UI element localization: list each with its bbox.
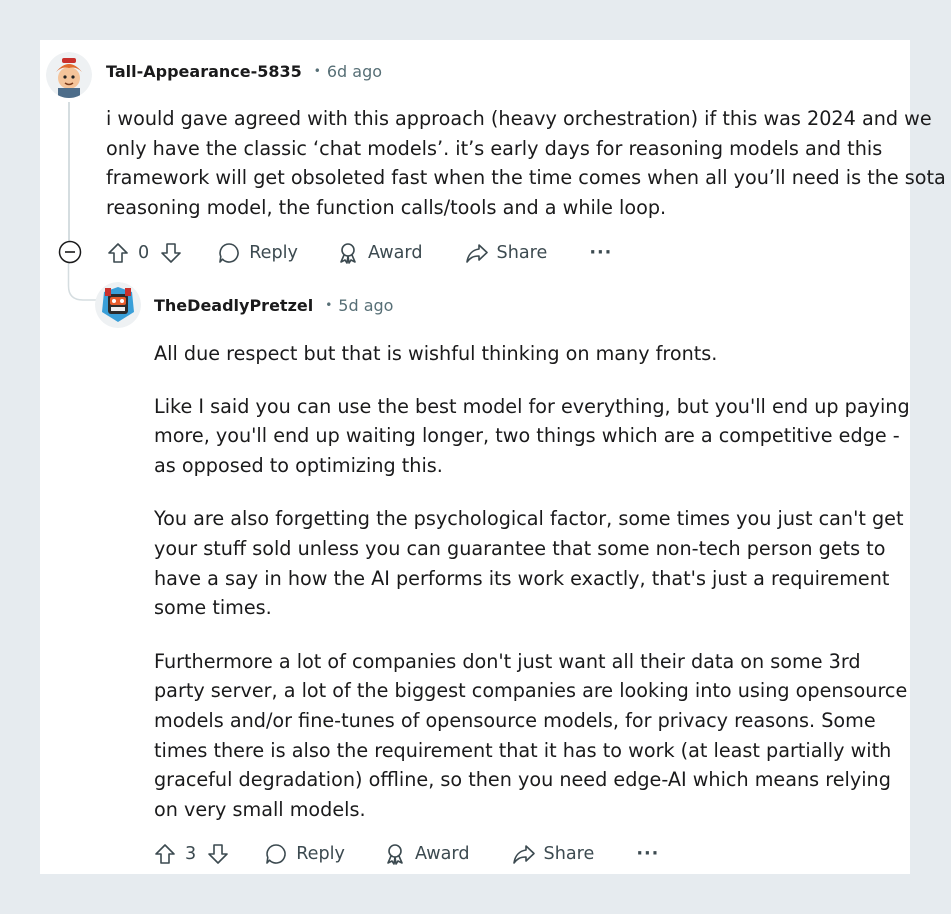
comment-actions: 3 Reply Award Share ··· bbox=[153, 839, 659, 869]
user-avatar[interactable] bbox=[46, 52, 92, 98]
comment-header: TheDeadlyPretzel • 5d ago bbox=[154, 296, 393, 315]
comment-paragraph: All due respect but that is wishful thin… bbox=[154, 342, 718, 365]
reply-label: Reply bbox=[296, 844, 345, 864]
upvote-button[interactable] bbox=[153, 842, 177, 866]
comment-bubble-icon bbox=[219, 243, 240, 263]
collapse-minus-icon bbox=[58, 240, 82, 264]
reply-label: Reply bbox=[249, 243, 298, 263]
comment-thread: Tall-Appearance-5835 • 6d ago i would gav… bbox=[40, 40, 946, 874]
timestamp: • 6d ago bbox=[313, 62, 383, 81]
vote-count: 0 bbox=[138, 243, 150, 263]
share-button[interactable]: Share bbox=[512, 842, 595, 866]
award-button[interactable]: Award bbox=[336, 241, 423, 265]
share-arrow-icon bbox=[465, 244, 488, 263]
award-label: Award bbox=[414, 844, 470, 864]
comment-line: only have the classic ‘chat models’. it’… bbox=[106, 136, 883, 160]
comment-body: All due respect but that is wishful thin… bbox=[154, 339, 910, 824]
share-label: Share bbox=[496, 243, 548, 263]
downvote-icon bbox=[208, 844, 229, 864]
vote-count: 3 bbox=[185, 844, 197, 864]
upvote-icon bbox=[108, 243, 128, 263]
upvote-button[interactable] bbox=[106, 241, 130, 265]
more-options-button[interactable]: ··· bbox=[589, 243, 612, 263]
share-label: Share bbox=[543, 844, 595, 864]
username[interactable]: TheDeadlyPretzel bbox=[154, 296, 313, 315]
avatar-icon bbox=[46, 52, 92, 98]
award-icon bbox=[340, 243, 356, 264]
share-button[interactable]: Share bbox=[465, 241, 548, 265]
downvote-button[interactable] bbox=[206, 842, 230, 866]
timestamp-text: 6d ago bbox=[326, 62, 383, 81]
comment-paragraph: Furthermore a lot of companies don't jus… bbox=[154, 649, 908, 821]
timestamp: • 5d ago bbox=[325, 296, 394, 315]
comment-paragraph: Like I said you can use the best model f… bbox=[154, 394, 910, 477]
comment-body: i would gave agreed with this approach (… bbox=[106, 104, 946, 222]
downvote-button[interactable] bbox=[159, 241, 183, 265]
username[interactable]: Tall-Appearance-5835 bbox=[106, 62, 302, 81]
comment-line: i would gave agreed with this approach (… bbox=[106, 107, 932, 130]
reply-button[interactable]: Reply bbox=[264, 842, 345, 866]
comment-actions: 0 Reply Award Share ··· bbox=[106, 238, 612, 268]
award-label: Award bbox=[367, 243, 423, 263]
award-icon bbox=[387, 844, 403, 865]
award-button[interactable]: Award bbox=[383, 842, 470, 866]
share-arrow-icon bbox=[512, 845, 535, 864]
comment-line: framework will get obsoleted fast when t… bbox=[106, 166, 946, 190]
reply-button[interactable]: Reply bbox=[217, 241, 298, 265]
downvote-icon bbox=[161, 243, 182, 263]
comment-line: reasoning model, the function calls/tool… bbox=[106, 195, 667, 219]
comment-paragraph: You are also forgetting the psychologica… bbox=[154, 507, 904, 620]
comment-header: Tall-Appearance-5835 • 6d ago bbox=[106, 62, 382, 81]
upvote-icon bbox=[155, 844, 175, 864]
more-options-button[interactable]: ··· bbox=[636, 844, 659, 864]
timestamp-text: 5d ago bbox=[338, 296, 394, 315]
user-avatar[interactable] bbox=[95, 282, 141, 328]
comment-bubble-icon bbox=[266, 844, 287, 864]
collapse-button[interactable] bbox=[58, 240, 82, 264]
avatar-icon bbox=[95, 282, 141, 328]
